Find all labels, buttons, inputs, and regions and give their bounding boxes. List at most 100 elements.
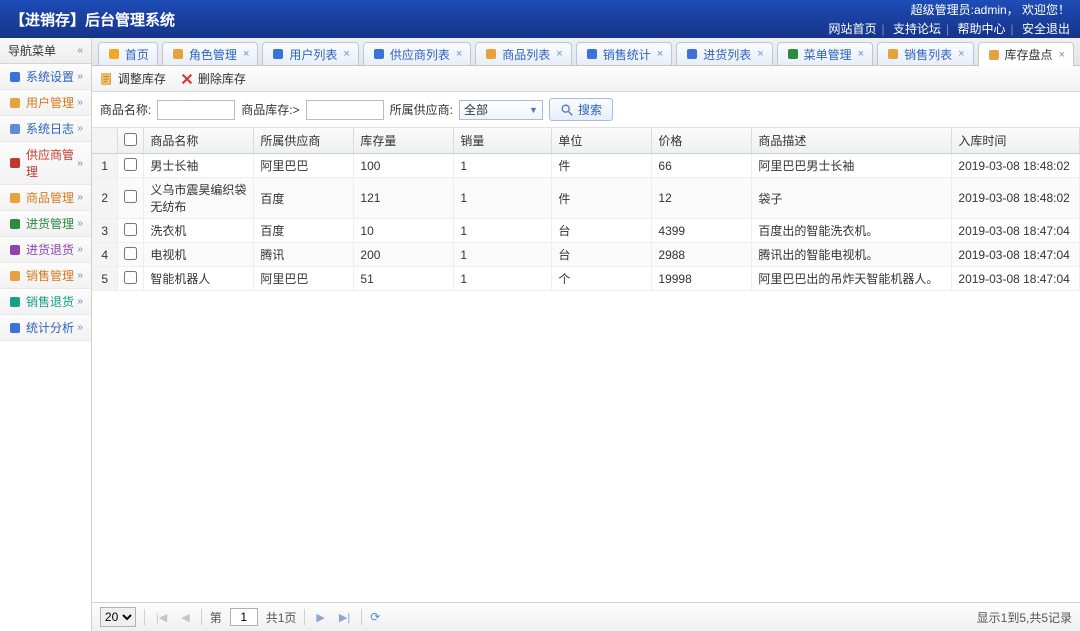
col-header[interactable]: 价格 — [652, 128, 752, 154]
col-header[interactable]: 库存量 — [354, 128, 454, 154]
sidebar-item-3[interactable]: 供应商管理» — [0, 142, 91, 185]
tab-4[interactable]: 商品列表 × — [475, 42, 571, 65]
select-all-checkbox[interactable] — [124, 133, 137, 146]
tab-1[interactable]: 角色管理× — [162, 42, 258, 65]
sidebar-item-4[interactable]: 商品管理» — [0, 185, 91, 211]
row-checkbox[interactable] — [124, 247, 137, 260]
chevron-down-icon: ▼ — [529, 105, 538, 115]
tab-5[interactable]: 销售统计× — [576, 42, 672, 65]
tab-6[interactable]: 进货列表 × — [676, 42, 772, 65]
tab-label: 菜单管理 — [804, 46, 852, 63]
close-icon[interactable]: × — [556, 48, 562, 60]
tab-label: 进货列表 — [703, 46, 751, 63]
cell-unit: 个 — [552, 267, 652, 291]
close-icon[interactable]: × — [1059, 49, 1065, 61]
delete-stock-button[interactable]: 删除库存 — [180, 70, 246, 87]
table-row[interactable]: 3 洗衣机 百度 10 1 台 4399 百度出的智能洗衣机。 2019-03-… — [92, 219, 1080, 243]
page-suffix: 共1页 — [266, 609, 297, 626]
sidebar-item-6[interactable]: 进货退货» — [0, 237, 91, 263]
stock-input[interactable] — [306, 100, 384, 120]
adjust-stock-button[interactable]: 调整库存 — [100, 70, 166, 87]
sidebar-item-8[interactable]: 销售退货» — [0, 289, 91, 315]
tab-label: 用户列表 — [289, 46, 337, 63]
col-header[interactable]: 入库时间 — [952, 128, 1080, 154]
sidebar-item-9[interactable]: 统计分析» — [0, 315, 91, 341]
search-button[interactable]: 搜索 — [549, 98, 613, 121]
close-icon[interactable]: × — [657, 48, 663, 60]
name-label: 商品名称: — [100, 101, 151, 118]
link-home[interactable]: 网站首页 — [829, 22, 877, 36]
close-icon[interactable]: × — [858, 48, 864, 60]
tab-0[interactable]: 首页 — [98, 42, 158, 65]
cell-stock: 200 — [354, 243, 454, 267]
row-checkbox[interactable] — [124, 223, 137, 236]
tab-3[interactable]: 供应商列表× — [363, 42, 471, 65]
col-header[interactable]: 商品名称 — [144, 128, 254, 154]
row-number: 4 — [92, 243, 118, 267]
col-header[interactable]: 销量 — [454, 128, 552, 154]
link-forum[interactable]: 支持论坛 — [893, 22, 941, 36]
sidebar-item-label: 进货退货 — [26, 241, 74, 258]
first-page-button[interactable]: |◀ — [153, 611, 170, 624]
row-checkbox[interactable] — [124, 271, 137, 284]
supplier-icon — [8, 156, 22, 170]
cell-sales: 1 — [454, 243, 552, 267]
link-help[interactable]: 帮助中心 — [958, 22, 1006, 36]
name-input[interactable] — [157, 100, 235, 120]
next-page-button[interactable]: ▶ — [313, 611, 327, 624]
table-row[interactable]: 4 电视机 腾讯 200 1 台 2988 腾讯出的智能电视机。 2019-03… — [92, 243, 1080, 267]
sidebar-item-2[interactable]: 系统日志» — [0, 116, 91, 142]
pager: 20 |◀ ◀ 第 共1页 ▶ ▶| ⟳ 显示1到5,共5记录 — [92, 602, 1080, 631]
app-title: 【进销存】后台管理系统 — [10, 9, 175, 30]
table-row[interactable]: 1 男士长袖 阿里巴巴 100 1 件 66 阿里巴巴男士长袖 2019-03-… — [92, 154, 1080, 178]
prev-page-button[interactable]: ◀ — [178, 611, 192, 624]
refresh-button[interactable]: ⟳ — [370, 610, 380, 624]
row-checkbox[interactable] — [124, 190, 137, 203]
cell-desc: 阿里巴巴男士长袖 — [752, 154, 952, 178]
supplier-select[interactable]: 全部 ▼ — [459, 100, 543, 120]
sidebar-item-label: 商品管理 — [26, 189, 74, 206]
cell-time: 2019-03-08 18:47:04 — [952, 243, 1080, 267]
expand-icon: » — [77, 97, 83, 108]
table-row[interactable]: 2 义乌市震昊编织袋无纺布 百度 121 1 件 12 袋子 2019-03-0… — [92, 178, 1080, 219]
expand-icon: » — [77, 322, 83, 333]
goods-icon — [484, 47, 498, 61]
close-icon[interactable]: × — [958, 48, 964, 60]
tab-2[interactable]: 用户列表 × — [262, 42, 358, 65]
link-logout[interactable]: 安全退出 — [1022, 22, 1070, 36]
tab-7[interactable]: 菜单管理 × — [777, 42, 873, 65]
tab-label: 商品列表 — [502, 46, 550, 63]
close-icon[interactable]: × — [456, 48, 462, 60]
sidebar-item-7[interactable]: 销售管理» — [0, 263, 91, 289]
close-icon[interactable]: × — [343, 48, 349, 60]
cell-time: 2019-03-08 18:47:04 — [952, 219, 1080, 243]
collapse-sidebar-icon[interactable]: « — [77, 45, 83, 56]
data-grid: 商品名称所属供应商库存量销量单位价格商品描述入库时间 1 男士长袖 阿里巴巴 1… — [92, 128, 1080, 602]
expand-icon: » — [77, 218, 83, 229]
last-page-button[interactable]: ▶| — [336, 611, 353, 624]
tab-8[interactable]: 销售列表× — [877, 42, 973, 65]
app-header: 【进销存】后台管理系统 超级管理员:admin， 欢迎您！ 网站首页| 支持论坛… — [0, 0, 1080, 38]
sidebar-item-1[interactable]: 用户管理» — [0, 90, 91, 116]
page-size-select[interactable]: 20 — [100, 607, 136, 627]
col-header[interactable]: 单位 — [552, 128, 652, 154]
page-prefix: 第 — [210, 609, 222, 626]
close-icon[interactable]: × — [757, 48, 763, 60]
table-row[interactable]: 5 智能机器人 阿里巴巴 51 1 个 19998 阿里巴巴出的吊炸天智能机器人… — [92, 267, 1080, 291]
cell-price: 2988 — [652, 243, 752, 267]
sidebar-item-0[interactable]: 系统设置» — [0, 64, 91, 90]
tab-9[interactable]: 库存盘点× — [978, 42, 1074, 66]
col-header[interactable]: 商品描述 — [752, 128, 952, 154]
inlist-icon — [685, 47, 699, 61]
sidebar-item-5[interactable]: 进货管理» — [0, 211, 91, 237]
cell-stock: 121 — [354, 178, 454, 219]
users-icon — [271, 47, 285, 61]
close-icon[interactable]: × — [243, 48, 249, 60]
cell-supplier: 腾讯 — [254, 243, 354, 267]
salelist-icon — [886, 47, 900, 61]
page-input[interactable] — [230, 608, 258, 626]
col-header[interactable]: 所属供应商 — [254, 128, 354, 154]
row-checkbox[interactable] — [124, 158, 137, 171]
cell-unit: 件 — [552, 154, 652, 178]
sidebar-item-label: 统计分析 — [26, 319, 74, 336]
